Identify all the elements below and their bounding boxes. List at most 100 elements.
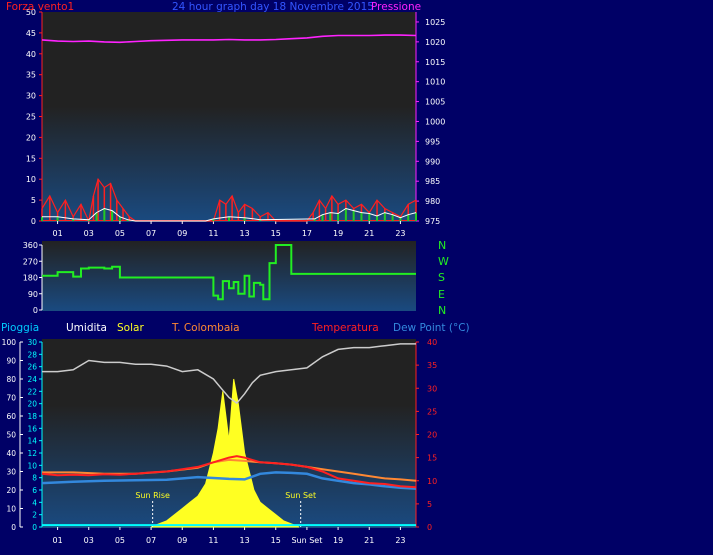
x-tick-label: 19 [333,229,343,238]
x-tick-label: 07 [146,229,156,238]
temp-tick-label: 20 [427,431,437,440]
x-tick-label-bottom: 07 [146,536,156,545]
x-tick-label-bottom: 01 [52,536,62,545]
x-tick-label: 17 [302,229,312,238]
temp-tick-label: 25 [427,407,437,416]
right-tick-label: 995 [425,137,440,146]
humidity-tick-label: 50 [6,431,16,440]
pressure-axis-label: Pressione [371,1,421,13]
left-tick-label: 45 [26,29,36,38]
x-tick-label-bottom: 13 [239,536,249,545]
sun-rise-label: Sun Rise [135,491,170,500]
x-tick-label: 05 [115,229,125,238]
x-tick-label: 23 [395,229,405,238]
humidity-tick-label: 20 [6,486,16,495]
rain-tick-label: 16 [27,424,37,433]
x-tick-label: 03 [84,229,94,238]
direction-tick-label: 90 [28,290,38,299]
x-tick-label: 13 [239,229,249,238]
temp-tick-label: 10 [427,477,437,486]
rain-tick-label: 0 [32,523,37,532]
plot-area-direction [42,241,416,311]
x-tick-label-bottom: 09 [177,536,187,545]
humidity-tick-label: 40 [6,449,16,458]
rain-tick-label: 20 [27,400,37,409]
right-tick-label: 1025 [425,18,445,27]
rain-tick-label: 4 [32,498,37,507]
left-tick-label: 10 [26,175,36,184]
left-tick-label: 20 [26,133,36,142]
compass-n-top: N [438,239,446,252]
right-tick-label: 1005 [425,98,445,107]
x-tick-label: 15 [271,229,281,238]
rain-tick-label: 10 [27,461,37,470]
rain-tick-label: 26 [27,363,37,372]
x-tick-label-bottom: 19 [333,536,343,545]
left-tick-label: 5 [31,196,36,205]
weather-chart: 0510152025303540455097598098599099510001… [1,1,470,545]
left-tick-label: 15 [26,154,36,163]
chart-title: 24 hour graph day 18 Novembre 2015 [172,1,374,13]
x-tick-label-bottom: Sun Set [291,536,322,545]
humidity-tick-label: 80 [6,375,16,384]
rain-tick-label: 18 [27,412,37,421]
x-tick-label-bottom: 11 [208,536,218,545]
humidity-tick-label: 100 [2,338,17,347]
temp-tick-label: 30 [427,384,437,393]
x-tick-label-bottom: 05 [115,536,125,545]
direction-tick-label: 360 [23,241,38,250]
left-tick-label: 30 [26,92,36,101]
rain-tick-label: 14 [27,437,37,446]
x-tick-label-bottom: 15 [271,536,281,545]
x-tick-label: 09 [177,229,187,238]
direction-tick-label: 180 [23,274,38,283]
sun-set-label: Sun Set [285,491,316,500]
rain-tick-label: 28 [27,350,37,359]
humidity-tick-label: 30 [6,468,16,477]
rain-tick-label: 12 [27,449,37,458]
right-tick-label: 990 [425,157,440,166]
temp-tick-label: 40 [427,338,437,347]
right-tick-label: 1020 [425,38,445,47]
solar-label: Solar [117,322,144,334]
right-tick-label: 975 [425,217,440,226]
left-tick-label: 40 [26,50,36,59]
humidity-tick-label: 90 [6,357,16,366]
rain-tick-label: 2 [32,511,37,520]
left-tick-label: 25 [26,113,36,122]
wind-axis-label: Forza vento1 [6,1,74,13]
temp-tick-label: 15 [427,454,437,463]
humidity-tick-label: 10 [6,505,16,514]
temp-tick-label: 5 [427,500,432,509]
rain-tick-label: 24 [27,375,37,384]
compass-e: E [438,288,445,301]
rain-tick-label: 30 [27,338,37,347]
x-tick-label: 21 [364,229,374,238]
rain-label: Pioggia [1,322,39,334]
right-tick-label: 1000 [425,117,445,126]
temp-tick-label: 35 [427,361,437,370]
x-tick-label: 01 [52,229,62,238]
humidity-tick-label: 60 [6,412,16,421]
right-tick-label: 980 [425,197,440,206]
direction-tick-label: 270 [23,257,38,266]
compass-n-bottom: N [438,304,446,317]
humidity-tick-label: 70 [6,394,16,403]
right-tick-label: 1015 [425,58,445,67]
humidity-label: Umidita [66,322,107,334]
left-tick-label: 35 [26,71,36,80]
x-tick-label-bottom: 21 [364,536,374,545]
rain-tick-label: 6 [32,486,37,495]
direction-tick-label: 0 [33,306,38,315]
compass-s: S [438,271,445,284]
station-label: T. Colombaia [171,322,240,334]
temp-tick-label: 0 [427,523,432,532]
temperature-label: Temperatura [311,322,379,334]
humidity-tick-label: 0 [11,523,16,532]
compass-w: W [438,255,449,268]
x-tick-label-bottom: 03 [84,536,94,545]
left-tick-label: 0 [31,217,36,226]
right-tick-label: 1010 [425,78,445,87]
dewpoint-label: Dew Point (°C) [393,322,470,334]
rain-tick-label: 22 [27,387,37,396]
